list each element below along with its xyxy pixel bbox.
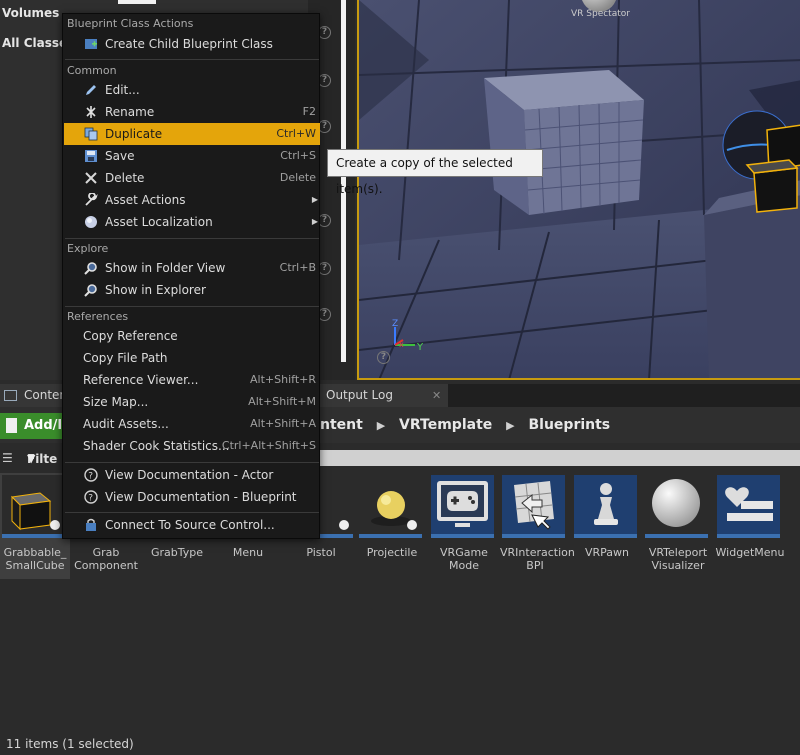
magnifier-icon [84, 284, 97, 297]
magnifier-icon [84, 262, 97, 275]
globe-icon [85, 216, 97, 228]
asset-tile[interactable]: Grabbable_ SmallCube [0, 473, 70, 579]
asset-thumbnail [359, 475, 422, 538]
asset-tile[interactable]: VRTeleport Visualizer [643, 473, 713, 579]
asset-actions-item[interactable]: Asset Actions ▶ [64, 189, 320, 211]
axis-y-label: Y [416, 342, 424, 353]
view-documentation-blueprint-item[interactable]: ? View Documentation - Blueprint [64, 486, 320, 508]
asset-name: VRTeleport Visualizer [648, 546, 708, 572]
asset-name: VRGame Mode [440, 546, 488, 572]
create-child-blueprint-item[interactable]: Create Child Blueprint Class [64, 33, 320, 55]
blueprint-add-icon [85, 39, 97, 49]
reference-viewer-item[interactable]: Reference Viewer... Alt+Shift+R [64, 369, 320, 391]
chevron-right-icon[interactable]: ▶ [377, 419, 385, 432]
delete-icon [85, 172, 97, 184]
asset-thumbnail [320, 475, 353, 538]
view-documentation-actor-item[interactable]: ? View Documentation - Actor [64, 464, 320, 486]
chevron-right-icon[interactable]: ▶ [506, 419, 514, 432]
breadcrumb-item[interactable]: ntent [320, 417, 363, 433]
status-bar: 11 items (1 selected) [6, 737, 134, 751]
asset-tile[interactable]: WidgetMenu [715, 473, 785, 579]
edit-item[interactable]: Edit... [64, 79, 320, 101]
add-import-button[interactable]: Add/In [0, 413, 70, 439]
vr-spectator-label: VR Spectator [571, 9, 630, 19]
asset-localization-item[interactable]: Asset Localization ▶ [64, 211, 320, 233]
help-icon: ? [84, 468, 98, 482]
tab-content-browser-label: Conten [24, 388, 68, 402]
volumes-label[interactable]: Volumes [2, 6, 59, 20]
asset-tile[interactable]: VRPawn [572, 473, 642, 579]
widget-icon [717, 475, 780, 538]
interface-icon [502, 475, 565, 538]
context-menu: Blueprint Class Actions Create Child Blu… [62, 13, 320, 539]
svg-text:?: ? [88, 472, 93, 482]
asset-name: Grabbable_ SmallCube [3, 546, 67, 572]
asset-tile[interactable]: VRGame Mode [429, 473, 499, 579]
connect-to-source-control-item[interactable]: Connect To Source Control... [64, 514, 320, 536]
list-view-icon[interactable]: ☰ [2, 452, 17, 464]
asset-name: Pistol [306, 546, 336, 559]
asset-name: VRPawn [584, 546, 630, 559]
section-blueprint-class-actions: Blueprint Class Actions [67, 17, 194, 30]
save-icon [85, 150, 97, 162]
gamepad-icon [431, 475, 494, 538]
panel-top-bar [118, 0, 156, 4]
duplicate-item[interactable]: Duplicate Ctrl+W [64, 123, 320, 145]
breadcrumb-item[interactable]: Blueprints [528, 417, 610, 433]
help-icon[interactable]: ? [377, 351, 390, 364]
new-file-icon [6, 418, 17, 433]
save-item[interactable]: Save Ctrl+S [64, 145, 320, 167]
section-references: References [67, 310, 129, 323]
show-in-folder-view-item[interactable]: Show in Folder View Ctrl+B [64, 257, 320, 279]
asset-name: Grab Component [74, 546, 138, 572]
copy-reference-item[interactable]: Copy Reference [64, 325, 320, 347]
asset-tile[interactable]: Projectile [357, 473, 427, 579]
tab-content-browser[interactable]: Conten [0, 384, 68, 407]
filter-icon: ▼ [27, 452, 36, 465]
tooltip: Create a copy of the selected item(s). [327, 149, 543, 196]
level-viewport[interactable]: Z Y x VR Spectator ? [357, 0, 800, 380]
rename-item[interactable]: Rename F2 [64, 101, 320, 123]
size-map-item[interactable]: Size Map... Alt+Shift+M [64, 391, 320, 413]
axis-z-label: Z [392, 319, 398, 329]
copy-file-path-item[interactable]: Copy File Path [64, 347, 320, 369]
section-common: Common [67, 64, 117, 77]
asset-thumbnail [645, 475, 708, 538]
asset-name: VRInteraction BPI [500, 546, 575, 572]
tab-output-log-label: Output Log [326, 388, 393, 402]
tab-output-log[interactable]: Output Log ✕ [320, 384, 448, 407]
asset-name: Menu [232, 546, 264, 559]
asset-tile[interactable]: VRInteraction BPI [500, 473, 575, 579]
close-icon[interactable]: ✕ [432, 384, 441, 407]
viewport-scene: Z Y x [359, 0, 800, 378]
asset-thumbnail [2, 475, 65, 538]
axis-x-label: x [399, 340, 404, 349]
wrench-icon [85, 193, 98, 206]
chevron-right-icon: ▶ [311, 195, 318, 204]
pencil-icon [86, 85, 96, 95]
pawn-icon [574, 475, 637, 538]
duplicate-icon [84, 127, 98, 141]
content-browser-icon [4, 390, 17, 401]
rename-icon [86, 106, 96, 118]
asset-name: Projectile [366, 546, 418, 559]
breadcrumb-item[interactable]: VRTemplate [399, 417, 492, 433]
shader-cook-statistics-item[interactable]: Shader Cook Statistics... Ctrl+Alt+Shift… [64, 435, 320, 457]
show-in-explorer-item[interactable]: Show in Explorer [64, 279, 320, 301]
chevron-right-icon: ▶ [311, 217, 318, 226]
section-explore: Explore [67, 242, 109, 255]
delete-item[interactable]: Delete Delete [64, 167, 320, 189]
asset-name: GrabType [150, 546, 204, 559]
audit-assets-item[interactable]: Audit Assets... Alt+Shift+A [64, 413, 320, 435]
source-control-icon [86, 518, 96, 531]
breadcrumb: ntent ▶ VRTemplate ▶ Blueprints [320, 417, 610, 433]
asset-name: WidgetMenu [715, 546, 785, 559]
svg-text:?: ? [88, 494, 93, 504]
help-icon: ? [84, 490, 98, 504]
